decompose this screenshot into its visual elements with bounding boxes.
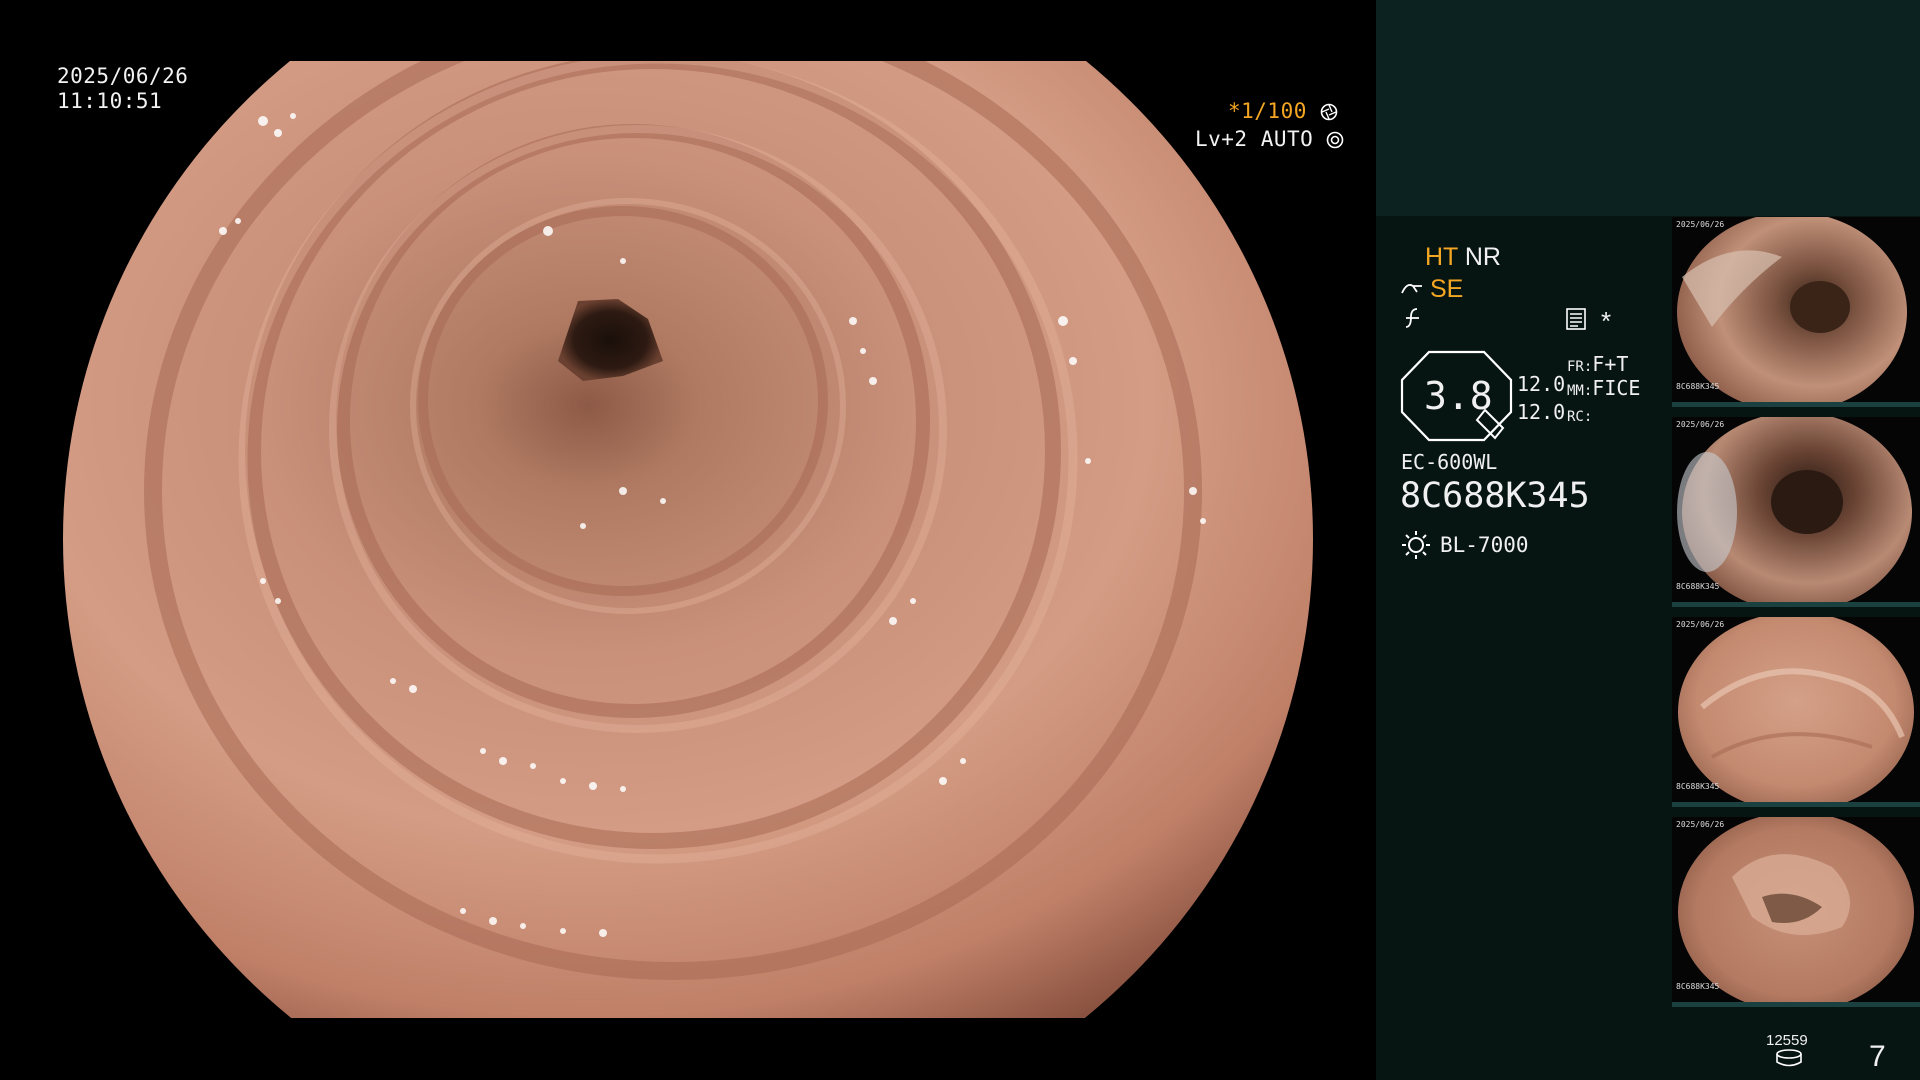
- scope-model: EC-600WL: [1401, 450, 1498, 474]
- zoom-value: 3.8: [1424, 374, 1493, 418]
- filter-icon: [1403, 307, 1423, 333]
- mode-se: SE: [1401, 274, 1463, 304]
- time-text: 11:10:51: [57, 89, 163, 113]
- fr-setting: FR:F+T: [1567, 352, 1628, 376]
- sun-icon: [1401, 530, 1431, 564]
- colon-lumen-image: [63, 61, 1313, 1018]
- thumbnail-4[interactable]: 2025/06/26 8C688K345: [1672, 817, 1920, 1007]
- thumbnail-4-image: [1672, 817, 1920, 1007]
- mm-value: FICE: [1592, 376, 1641, 400]
- rc-setting: RC:: [1567, 402, 1592, 426]
- thumbnail-4-serial: 8C688K345: [1676, 982, 1720, 991]
- light-source-name: BL-7000: [1440, 533, 1529, 557]
- scope-tip-icon: [1401, 274, 1423, 303]
- ht-mode: HT: [1425, 243, 1458, 271]
- thumbnail-2-date: 2025/06/26: [1676, 420, 1725, 429]
- endoscope-view: [63, 61, 1313, 1018]
- thumbnail-1-date: 2025/06/26: [1676, 220, 1725, 229]
- thumbnail-3-date: 2025/06/26: [1676, 620, 1725, 629]
- disk-icon: [1775, 1049, 1803, 1071]
- thumbnail-1-serial: 8C688K345: [1676, 382, 1720, 391]
- mm-label: MM:: [1567, 383, 1593, 399]
- thumbnail-1[interactable]: 2025/06/26 8C688K345: [1672, 217, 1920, 407]
- exposure-value: Lv+2 AUTO: [1195, 127, 1314, 151]
- nr-mode: NR: [1464, 243, 1501, 271]
- thumbnail-4-date: 2025/06/26: [1676, 820, 1725, 829]
- target-icon: [1326, 130, 1344, 155]
- exposure-level: Lv+2 AUTO: [1195, 127, 1344, 155]
- star-marker: *: [1601, 306, 1612, 336]
- mode-ht-nr: HT NR: [1425, 243, 1501, 272]
- thumbnail-1-image: [1672, 217, 1920, 407]
- thumbnail-2[interactable]: 2025/06/26 8C688K345: [1672, 417, 1920, 607]
- shutter-value: *1/100: [1228, 99, 1307, 123]
- aperture-icon: [1320, 102, 1338, 127]
- fr-label: FR:: [1567, 359, 1593, 375]
- date-text: 2025/06/26: [57, 64, 189, 88]
- rc-label: RC:: [1567, 409, 1593, 425]
- shutter-speed: *1/100: [1228, 99, 1338, 127]
- zoom-bottom-value: 12.0: [1517, 400, 1566, 424]
- thumbnail-3-image: [1672, 617, 1920, 807]
- page-number: 7: [1869, 1040, 1886, 1073]
- thumbnail-3[interactable]: 2025/06/26 8C688K345: [1672, 617, 1920, 807]
- zoom-top-value: 12.0: [1517, 372, 1566, 396]
- se-mode: SE: [1429, 275, 1464, 303]
- mm-setting: MM:FICE: [1567, 376, 1640, 400]
- image-count: 12559: [1766, 1032, 1808, 1049]
- memo-icon: [1566, 308, 1586, 334]
- thumbnail-2-image: [1672, 417, 1920, 607]
- thumbnail-2-serial: 8C688K345: [1676, 582, 1720, 591]
- thumbnail-3-serial: 8C688K345: [1676, 782, 1720, 791]
- panel-header: [1376, 0, 1920, 216]
- fr-value: F+T: [1592, 352, 1629, 376]
- scope-serial: 8C688K345: [1400, 476, 1590, 516]
